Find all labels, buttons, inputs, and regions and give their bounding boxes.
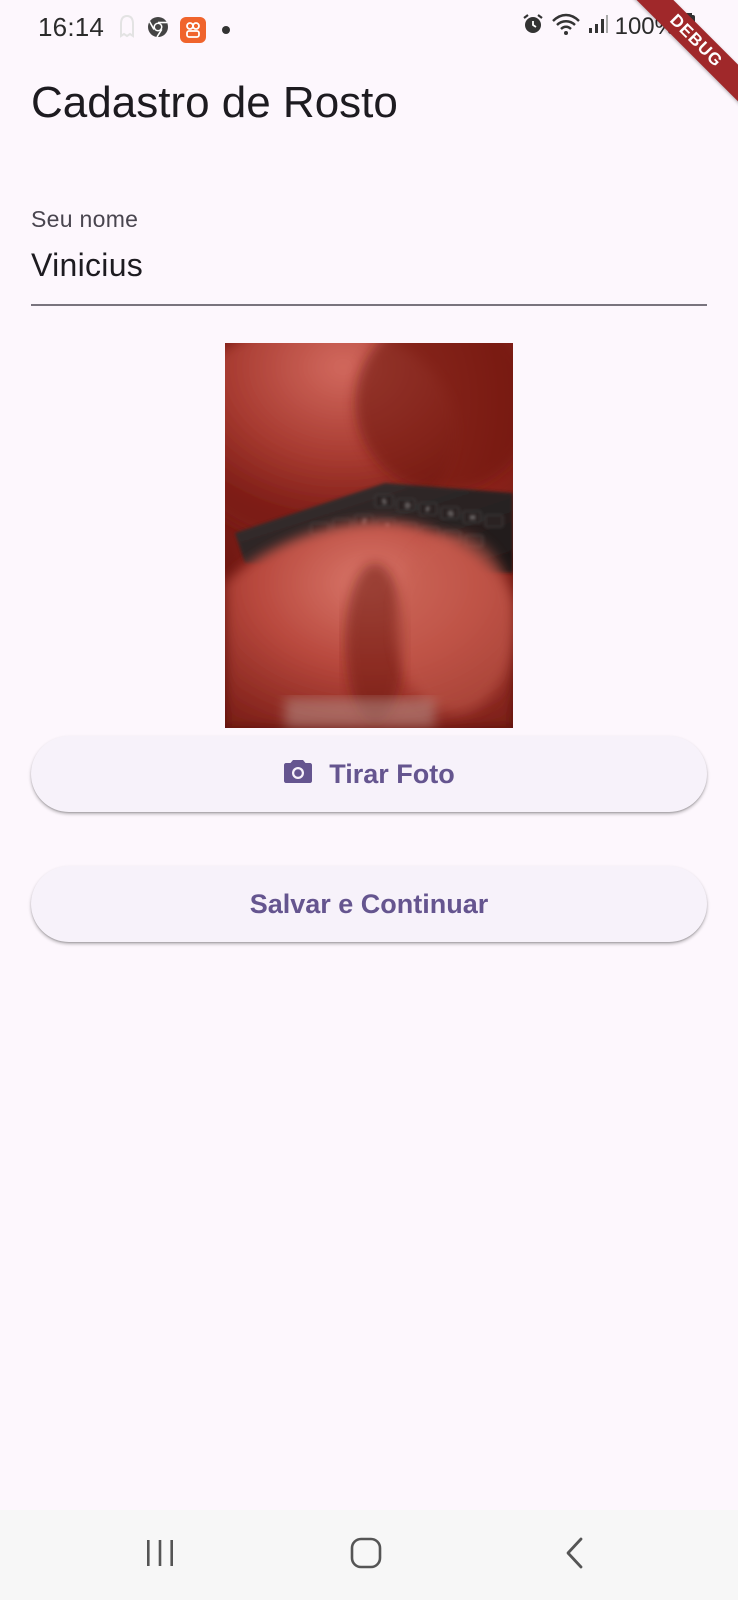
svg-text:H: H xyxy=(470,514,475,522)
app-notification-icon xyxy=(180,16,206,43)
status-time: 16:14 xyxy=(38,12,105,42)
take-photo-button[interactable]: Tirar Foto xyxy=(31,736,707,812)
status-bar: 16:14 100% xyxy=(0,0,738,58)
wifi-icon xyxy=(551,12,581,41)
svg-text:S: S xyxy=(382,498,387,506)
signal-icon xyxy=(587,13,609,40)
recents-icon xyxy=(144,1538,176,1573)
home-button[interactable] xyxy=(336,1532,396,1578)
camera-icon xyxy=(283,758,313,791)
recents-button[interactable] xyxy=(130,1532,190,1578)
page-title: Cadastro de Rosto xyxy=(31,78,398,127)
dot-icon xyxy=(222,25,230,34)
name-field[interactable]: Seu nome xyxy=(31,200,707,306)
notification-ghost-icon xyxy=(118,14,136,45)
status-notification-icons xyxy=(118,14,230,45)
back-button[interactable] xyxy=(544,1532,604,1578)
svg-text:D: D xyxy=(405,502,410,510)
home-icon xyxy=(349,1537,383,1574)
save-continue-button[interactable]: Salvar e Continuar xyxy=(31,866,707,942)
chrome-icon xyxy=(146,15,170,44)
name-field-label: Seu nome xyxy=(31,206,139,232)
back-icon xyxy=(562,1536,586,1575)
save-continue-label: Salvar e Continuar xyxy=(249,888,489,919)
svg-text:G: G xyxy=(448,510,453,518)
svg-text:F: F xyxy=(426,506,430,514)
take-photo-label: Tirar Foto xyxy=(329,758,455,789)
captured-photo: S D F G H Z X xyxy=(225,343,513,728)
alarm-icon xyxy=(521,12,545,41)
name-input[interactable] xyxy=(31,240,707,290)
app-screen: 16:14 100% DEBUG Cadastro de Rosto Seu n… xyxy=(0,0,738,1600)
system-navigation-bar xyxy=(0,1510,738,1600)
